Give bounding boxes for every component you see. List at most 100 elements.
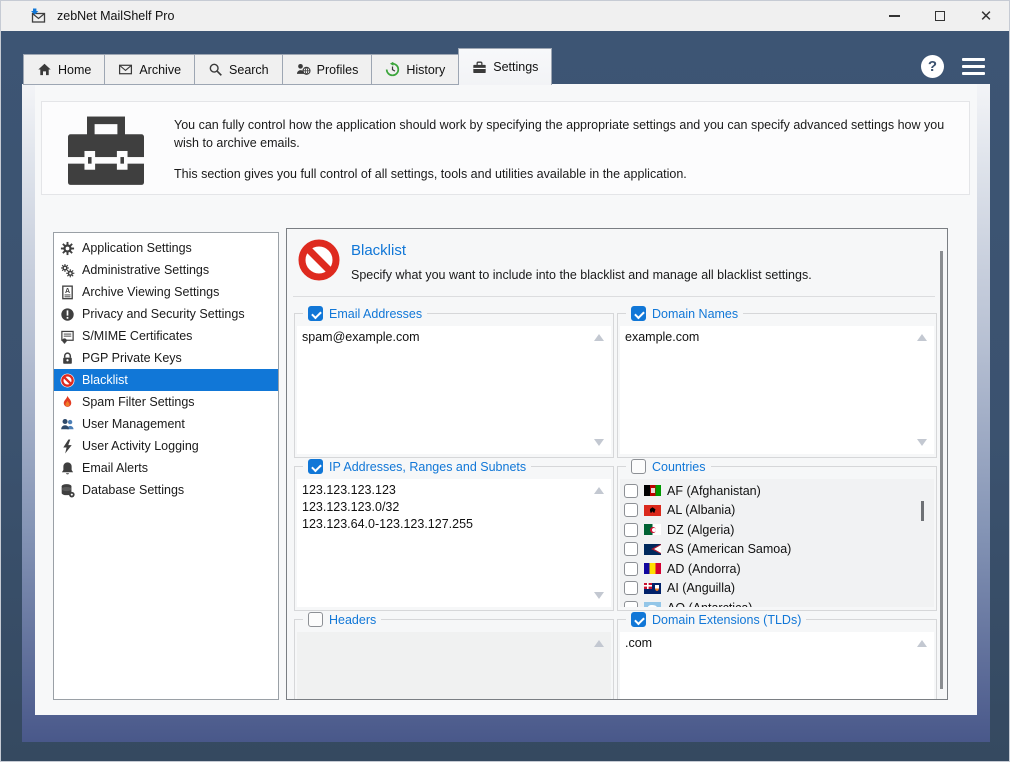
- sidebar-item-archive-viewing-settings[interactable]: A Archive Viewing Settings: [54, 281, 278, 303]
- sidebar-item-label: Administrative Settings: [82, 263, 209, 277]
- group-label: Email Addresses: [329, 307, 422, 321]
- scroll-up-icon[interactable]: [594, 334, 604, 341]
- group-legend: Countries: [626, 459, 711, 474]
- email-addresses-textarea[interactable]: spam@example.com: [297, 326, 611, 454]
- country-checkbox[interactable]: [624, 503, 638, 517]
- tab-label: Settings: [493, 60, 538, 74]
- country-checkbox[interactable]: [624, 523, 638, 537]
- domain-extensions-checkbox[interactable]: [631, 612, 646, 627]
- country-checkbox[interactable]: [624, 542, 638, 556]
- separator: [293, 296, 935, 297]
- sidebar-item-database-settings[interactable]: Database Settings: [54, 479, 278, 501]
- tab-settings[interactable]: Settings: [458, 48, 552, 85]
- sidebar-item-spam-filter-settings[interactable]: Spam Filter Settings: [54, 391, 278, 413]
- sidebar-item-label: Archive Viewing Settings: [82, 285, 219, 299]
- country-label: AQ (Antarctica): [667, 601, 752, 607]
- sidebar-item-user-activity-logging[interactable]: User Activity Logging: [54, 435, 278, 457]
- country-row[interactable]: AF (Afghanistan): [624, 481, 912, 501]
- settings-category-list: Application Settings Administrative Sett…: [53, 232, 279, 700]
- scroll-up-icon[interactable]: [917, 334, 927, 341]
- sidebar-item-label: Privacy and Security Settings: [82, 307, 245, 321]
- group-legend: Domain Extensions (TLDs): [626, 612, 806, 627]
- country-row[interactable]: AI (Anguilla): [624, 579, 912, 599]
- sidebar-item-label: User Activity Logging: [82, 439, 199, 453]
- help-circle-icon[interactable]: ?: [921, 55, 944, 78]
- scroll-up-icon[interactable]: [917, 640, 927, 647]
- flame-icon: [60, 395, 75, 410]
- tab-archive[interactable]: Archive: [104, 54, 195, 85]
- scroll-down-icon[interactable]: [594, 592, 604, 599]
- sidebar-item-application-settings[interactable]: Application Settings: [54, 237, 278, 259]
- scroll-down-icon[interactable]: [917, 439, 927, 446]
- document-a-icon: A: [60, 285, 75, 300]
- scroll-down-icon[interactable]: [594, 439, 604, 446]
- scroll-up-icon[interactable]: [594, 640, 604, 647]
- country-row[interactable]: AL (Albania): [624, 501, 912, 521]
- countries-checkbox[interactable]: [631, 459, 646, 474]
- textarea-line: .com: [625, 635, 912, 652]
- sidebar-item-label: Application Settings: [82, 241, 192, 255]
- headers-checkbox[interactable]: [308, 612, 323, 627]
- country-checkbox[interactable]: [624, 562, 638, 576]
- scroll-up-icon[interactable]: [594, 487, 604, 494]
- group-legend: Headers: [303, 612, 381, 627]
- country-checkbox[interactable]: [624, 581, 638, 595]
- country-label: AD (Andorra): [667, 562, 741, 576]
- briefcase-icon: [472, 60, 487, 75]
- group-domain-names: Domain Names example.com: [617, 313, 937, 458]
- flag-algeria-icon: [644, 524, 661, 535]
- sidebar-item-privacy-security[interactable]: Privacy and Security Settings: [54, 303, 278, 325]
- country-checkbox[interactable]: [624, 484, 638, 498]
- domain-extensions-textarea[interactable]: .com: [620, 632, 934, 700]
- minimize-button[interactable]: [871, 1, 917, 31]
- sidebar-item-pgp-private-keys[interactable]: PGP Private Keys: [54, 347, 278, 369]
- tab-home[interactable]: Home: [23, 54, 105, 85]
- textarea-line: spam@example.com: [302, 329, 589, 346]
- maximize-button[interactable]: [917, 1, 963, 31]
- tab-label: History: [406, 63, 445, 77]
- group-ip-addresses: IP Addresses, Ranges and Subnets 123.123…: [294, 466, 614, 611]
- flag-afghanistan-icon: [644, 485, 661, 496]
- tab-search[interactable]: Search: [194, 54, 283, 85]
- sidebar-item-administrative-settings[interactable]: Administrative Settings: [54, 259, 278, 281]
- flag-andorra-icon: [644, 563, 661, 574]
- blacklist-panel: Blacklist Specify what you want to inclu…: [286, 228, 948, 700]
- country-row[interactable]: AS (American Samoa): [624, 540, 912, 560]
- sidebar-item-user-management[interactable]: User Management: [54, 413, 278, 435]
- group-email-addresses: Email Addresses spam@example.com: [294, 313, 614, 458]
- tab-history[interactable]: History: [371, 54, 459, 85]
- countries-scrollbar[interactable]: [921, 501, 924, 521]
- bell-icon: [60, 461, 75, 476]
- sidebar-item-blacklist[interactable]: Blacklist: [54, 369, 278, 391]
- tab-label: Archive: [139, 63, 181, 77]
- panel-scrollbar[interactable]: [940, 251, 943, 689]
- group-label: IP Addresses, Ranges and Subnets: [329, 460, 526, 474]
- sidebar-item-label: Database Settings: [82, 483, 184, 497]
- headers-textarea[interactable]: [297, 632, 611, 700]
- ip-addresses-textarea[interactable]: 123.123.123.123 123.123.123.0/32 123.123…: [297, 479, 611, 607]
- close-button[interactable]: ✕: [963, 1, 1009, 31]
- sidebar-item-email-alerts[interactable]: Email Alerts: [54, 457, 278, 479]
- ip-addresses-checkbox[interactable]: [308, 459, 323, 474]
- country-row[interactable]: AD (Andorra): [624, 559, 912, 579]
- domain-names-checkbox[interactable]: [631, 306, 646, 321]
- hamburger-menu-icon[interactable]: [962, 58, 985, 76]
- sidebar-item-label: PGP Private Keys: [82, 351, 182, 365]
- envelope-icon: [118, 62, 133, 77]
- padlock-icon: [60, 351, 75, 366]
- country-row[interactable]: AQ (Antarctica): [624, 598, 912, 607]
- certificate-icon: [60, 329, 75, 344]
- textarea-line: example.com: [625, 329, 912, 346]
- country-row[interactable]: DZ (Algeria): [624, 520, 912, 540]
- tab-profiles[interactable]: Profiles: [282, 54, 373, 85]
- domain-names-textarea[interactable]: example.com: [620, 326, 934, 454]
- sidebar-item-label: User Management: [82, 417, 185, 431]
- app-window: zebNet MailShelf Pro ✕ Home Archive: [0, 0, 1010, 762]
- tab-bar: Home Archive Search: [23, 51, 552, 85]
- email-addresses-checkbox[interactable]: [308, 306, 323, 321]
- sidebar-item-smime-certificates[interactable]: S/MIME Certificates: [54, 325, 278, 347]
- country-label: AF (Afghanistan): [667, 484, 761, 498]
- panel-title: Blacklist: [351, 242, 406, 259]
- country-label: DZ (Algeria): [667, 523, 734, 537]
- country-checkbox[interactable]: [624, 601, 638, 607]
